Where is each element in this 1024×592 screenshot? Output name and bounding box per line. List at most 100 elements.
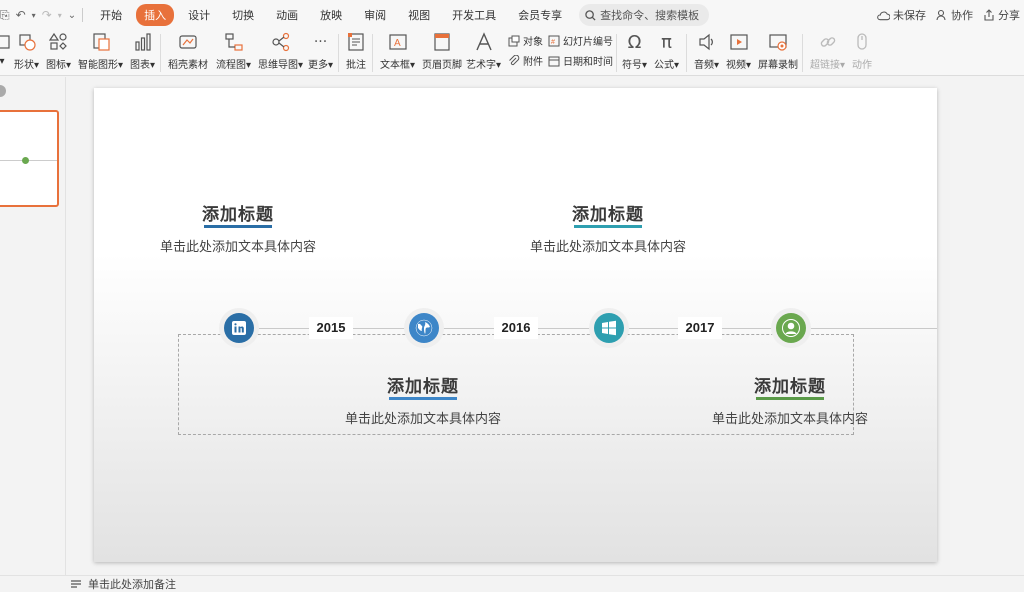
timeline-text-2[interactable]: 单击此处添加文本具体内容 bbox=[513, 236, 703, 255]
slide-number-label: 幻灯片编号 bbox=[563, 37, 613, 48]
search-placeholder: 查找命令、搜索模板 bbox=[600, 9, 700, 22]
wordart-label: 艺术字 bbox=[466, 60, 496, 71]
icon-label: 图标 bbox=[46, 60, 66, 71]
timeline-node-3 bbox=[589, 308, 629, 348]
screen-record-icon bbox=[768, 32, 788, 52]
tab-animation[interactable]: 动画 bbox=[268, 4, 306, 26]
year-label-2[interactable]: 2016 bbox=[494, 317, 538, 339]
ribbon-hyperlink-button[interactable]: 超链接▾ bbox=[810, 30, 845, 71]
material-icon bbox=[178, 32, 198, 52]
redo-dropdown-icon[interactable]: ▾ bbox=[58, 11, 62, 20]
flowchart-icon bbox=[224, 32, 244, 52]
ribbon-smartart-button[interactable]: 智能图形▾ bbox=[78, 30, 123, 71]
ribbon-more-button[interactable]: ··· 更多▾ bbox=[308, 30, 333, 71]
notes-placeholder: 单击此处添加备注 bbox=[88, 578, 176, 591]
unsaved-button[interactable]: 未保存 bbox=[877, 7, 926, 23]
timeline-title-1[interactable]: 添加标题 bbox=[178, 200, 298, 225]
svg-text:A: A bbox=[394, 38, 401, 49]
ribbon-screen-record-button[interactable]: 屏幕录制 bbox=[758, 30, 798, 71]
undo-icon[interactable]: ↶ bbox=[16, 8, 26, 22]
ribbon-attachment-button[interactable]: 附件 bbox=[508, 53, 543, 68]
ribbon-mindmap-button[interactable]: 思维导图▾ bbox=[258, 30, 303, 71]
collaborate-label: 协作 bbox=[951, 9, 973, 22]
slide-number-badge bbox=[0, 85, 6, 97]
smartart-label: 智能图形 bbox=[78, 60, 118, 71]
thumbnail-line bbox=[0, 160, 57, 161]
ribbon-icon-button[interactable]: 图标▾ bbox=[46, 30, 71, 71]
timeline-title-2[interactable]: 添加标题 bbox=[548, 200, 668, 225]
wordart-icon bbox=[474, 32, 494, 52]
ribbon-flowchart-button[interactable]: 流程图▾ bbox=[216, 30, 251, 71]
tab-home[interactable]: 开始 bbox=[92, 4, 130, 26]
slide-number-icon: # bbox=[548, 35, 560, 46]
year-label-1[interactable]: 2015 bbox=[309, 317, 353, 339]
ribbon-comment-button[interactable]: 批注 bbox=[346, 30, 366, 71]
timeline-title-4[interactable]: 添加标题 bbox=[730, 372, 850, 397]
share-button[interactable]: 分享 bbox=[983, 7, 1020, 23]
ribbon-material-button[interactable]: 稻壳素材 bbox=[168, 30, 208, 71]
timeline-text-3[interactable]: 单击此处添加文本具体内容 bbox=[328, 408, 518, 427]
textbox-icon: A bbox=[388, 32, 408, 52]
undo-dropdown-icon[interactable]: ▾ bbox=[32, 11, 36, 20]
tab-review[interactable]: 审阅 bbox=[356, 4, 394, 26]
collaborate-button[interactable]: 协作 bbox=[936, 7, 973, 23]
ribbon-slide-number-button[interactable]: # 幻灯片编号 bbox=[548, 33, 613, 48]
ribbon-action-button[interactable]: 动作 bbox=[852, 30, 872, 71]
ribbon-video-button[interactable]: 视频▾ bbox=[726, 30, 751, 71]
ribbon-symbol-button[interactable]: Ω 符号▾ bbox=[622, 30, 647, 72]
timeline-text-4[interactable]: 单击此处添加文本具体内容 bbox=[695, 408, 885, 427]
shape-icon bbox=[17, 32, 37, 52]
link-icon bbox=[818, 32, 838, 52]
tab-design[interactable]: 设计 bbox=[180, 4, 218, 26]
share-icon bbox=[984, 9, 994, 21]
screen-record-label: 屏幕录制 bbox=[758, 60, 798, 71]
tab-member[interactable]: 会员专享 bbox=[510, 4, 570, 26]
date-time-label: 日期和时间 bbox=[563, 57, 613, 68]
flowchart-label: 流程图 bbox=[216, 60, 246, 71]
slide-thumbnail[interactable] bbox=[0, 110, 59, 207]
action-label: 动作 bbox=[852, 60, 872, 71]
collaborate-icon bbox=[936, 9, 946, 21]
ribbon-date-time-button[interactable]: 日期和时间 bbox=[548, 53, 613, 68]
shape-label: 形状 bbox=[14, 60, 34, 71]
ribbon-shape-button[interactable]: 形状▾ bbox=[14, 30, 39, 71]
ribbon-audio-button[interactable]: 音频▾ bbox=[694, 30, 719, 71]
comment-icon bbox=[346, 32, 366, 52]
tab-transition[interactable]: 切换 bbox=[224, 4, 262, 26]
picture-icon bbox=[0, 32, 12, 52]
tab-insert[interactable]: 插入 bbox=[136, 4, 175, 26]
ribbon-chart-button[interactable]: 图表▾ bbox=[130, 30, 155, 71]
quick-access-toolbar: ⎘ ↶ ▾ ↷ ▾ ⌄ bbox=[0, 8, 84, 23]
material-label: 稻壳素材 bbox=[168, 60, 208, 71]
tab-view[interactable]: 视图 bbox=[400, 4, 438, 26]
title-underline-2 bbox=[574, 225, 642, 228]
video-label: 视频 bbox=[726, 60, 746, 71]
slide-canvas[interactable]: 添加标题 单击此处添加文本具体内容 添加标题 单击此处添加文本具体内容 2015… bbox=[94, 88, 937, 562]
ribbon-object-button[interactable]: 对象 bbox=[508, 33, 543, 48]
timeline-node-2 bbox=[404, 308, 444, 348]
timeline-title-3[interactable]: 添加标题 bbox=[363, 372, 483, 397]
video-icon bbox=[729, 32, 749, 52]
ribbon-divider bbox=[616, 34, 617, 72]
notes-bar[interactable]: 单击此处添加备注 bbox=[0, 575, 1024, 592]
ribbon-formula-button[interactable]: π 公式▾ bbox=[654, 30, 679, 72]
insert-ribbon: ▾ 形状▾ 图标▾ 智能图形▾ 图表▾ 稻壳素材 流程图▾ 思维导图▾ ··· … bbox=[0, 30, 1024, 76]
tab-slideshow[interactable]: 放映 bbox=[312, 4, 350, 26]
year-label-3[interactable]: 2017 bbox=[678, 317, 722, 339]
ribbon-header-footer-button[interactable]: 页眉页脚 bbox=[422, 30, 462, 71]
redo-left-icon[interactable]: ⎘ bbox=[0, 8, 10, 23]
tab-developer[interactable]: 开发工具 bbox=[444, 4, 504, 26]
mouse-icon bbox=[852, 32, 872, 52]
ribbon-picture-button[interactable]: ▾ bbox=[0, 30, 12, 67]
linkedin-icon bbox=[224, 313, 254, 343]
redo-icon[interactable]: ↷ bbox=[42, 8, 52, 22]
ribbon-wordart-button[interactable]: 艺术字▾ bbox=[466, 30, 501, 71]
timeline-text-1[interactable]: 单击此处添加文本具体内容 bbox=[143, 236, 333, 255]
customize-toolbar-icon[interactable]: ⌄ bbox=[68, 10, 76, 21]
toolbar-divider bbox=[82, 8, 84, 22]
ribbon-textbox-button[interactable]: A 文本框▾ bbox=[380, 30, 415, 71]
title-underline-3 bbox=[389, 397, 457, 400]
command-search[interactable]: 查找命令、搜索模板 bbox=[579, 4, 710, 26]
paperclip-icon bbox=[509, 54, 520, 65]
pi-icon: π bbox=[661, 31, 672, 53]
